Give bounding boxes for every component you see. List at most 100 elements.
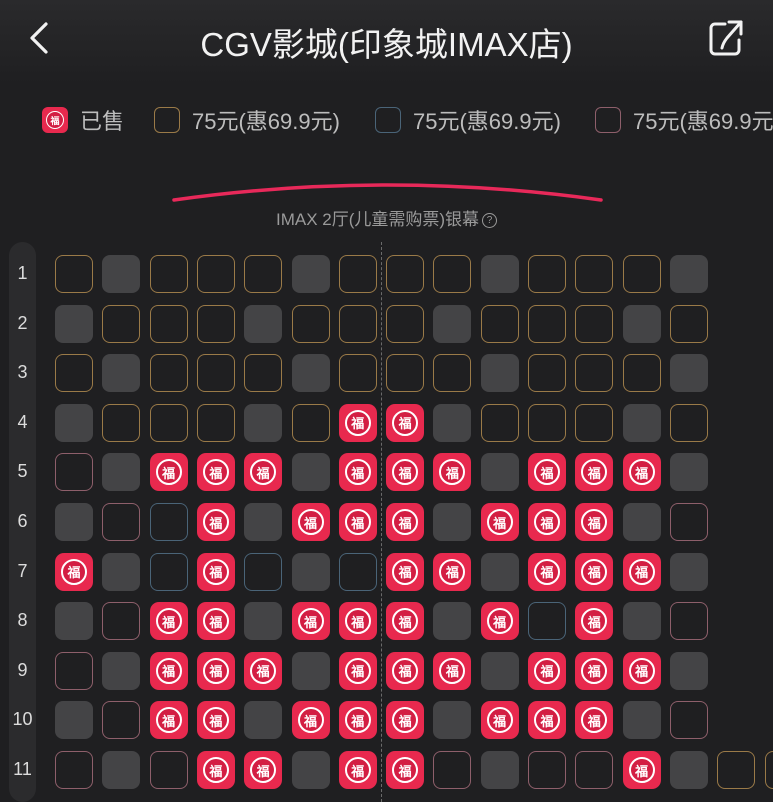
seat-available[interactable] bbox=[481, 751, 519, 789]
seat-available[interactable] bbox=[528, 255, 566, 293]
seat-available[interactable] bbox=[433, 602, 471, 640]
seat-available[interactable] bbox=[528, 305, 566, 343]
seat-available[interactable] bbox=[339, 305, 377, 343]
seat-available[interactable] bbox=[102, 602, 140, 640]
seat-available[interactable] bbox=[55, 354, 93, 392]
seat-available[interactable] bbox=[102, 701, 140, 739]
seat-available[interactable] bbox=[623, 305, 661, 343]
seat-available[interactable] bbox=[102, 453, 140, 491]
seat-available[interactable] bbox=[55, 305, 93, 343]
seat-available[interactable] bbox=[55, 751, 93, 789]
seat-available[interactable] bbox=[244, 255, 282, 293]
seat-available[interactable] bbox=[623, 602, 661, 640]
seat-available[interactable] bbox=[433, 751, 471, 789]
seat-available[interactable] bbox=[55, 453, 93, 491]
seat-available[interactable] bbox=[197, 305, 235, 343]
seat-available[interactable] bbox=[244, 503, 282, 541]
seat-available[interactable] bbox=[244, 354, 282, 392]
seat-available[interactable] bbox=[150, 553, 188, 591]
seat-available[interactable] bbox=[150, 305, 188, 343]
seat-available[interactable] bbox=[575, 354, 613, 392]
seat-available[interactable] bbox=[481, 453, 519, 491]
seat-available[interactable] bbox=[197, 255, 235, 293]
seat-available[interactable] bbox=[55, 602, 93, 640]
seat-available[interactable] bbox=[102, 503, 140, 541]
seat-available[interactable] bbox=[292, 354, 330, 392]
seat-available[interactable] bbox=[623, 354, 661, 392]
seat-available[interactable] bbox=[670, 354, 708, 392]
seat-available[interactable] bbox=[102, 751, 140, 789]
seat-available[interactable] bbox=[528, 404, 566, 442]
seat-available[interactable] bbox=[670, 404, 708, 442]
seat-available[interactable] bbox=[623, 701, 661, 739]
seat-available[interactable] bbox=[197, 404, 235, 442]
seat-available[interactable] bbox=[150, 255, 188, 293]
seat-available[interactable] bbox=[244, 553, 282, 591]
seat-available[interactable] bbox=[386, 255, 424, 293]
seat-available[interactable] bbox=[433, 255, 471, 293]
seat-available[interactable] bbox=[339, 255, 377, 293]
seat-available[interactable] bbox=[717, 751, 755, 789]
seat-available[interactable] bbox=[102, 305, 140, 343]
seat-available[interactable] bbox=[528, 602, 566, 640]
seat-available[interactable] bbox=[292, 453, 330, 491]
seat-available[interactable] bbox=[150, 354, 188, 392]
seat-available[interactable] bbox=[623, 255, 661, 293]
seat-available[interactable] bbox=[528, 751, 566, 789]
seat-available[interactable] bbox=[481, 354, 519, 392]
seat-available[interactable] bbox=[670, 701, 708, 739]
seat-available[interactable] bbox=[292, 255, 330, 293]
seat-available[interactable] bbox=[386, 305, 424, 343]
seat-available[interactable] bbox=[670, 305, 708, 343]
seat-available[interactable] bbox=[765, 751, 773, 789]
seat-available[interactable] bbox=[339, 354, 377, 392]
seat-available[interactable] bbox=[670, 453, 708, 491]
seat-available[interactable] bbox=[481, 652, 519, 690]
seat-available[interactable] bbox=[623, 503, 661, 541]
seat-available[interactable] bbox=[575, 255, 613, 293]
seat-available[interactable] bbox=[292, 553, 330, 591]
seat-available[interactable] bbox=[575, 751, 613, 789]
seat-available[interactable] bbox=[433, 404, 471, 442]
seat-available[interactable] bbox=[244, 404, 282, 442]
seat-available[interactable] bbox=[102, 652, 140, 690]
seat-available[interactable] bbox=[528, 354, 566, 392]
seat-available[interactable] bbox=[55, 503, 93, 541]
seat-available[interactable] bbox=[433, 503, 471, 541]
seat-available[interactable] bbox=[102, 255, 140, 293]
help-icon[interactable]: ? bbox=[482, 213, 497, 228]
seat-available[interactable] bbox=[292, 404, 330, 442]
seat-available[interactable] bbox=[102, 404, 140, 442]
seat-available[interactable] bbox=[150, 503, 188, 541]
seat-available[interactable] bbox=[481, 553, 519, 591]
seat-available[interactable] bbox=[481, 404, 519, 442]
seat-available[interactable] bbox=[150, 751, 188, 789]
seat-available[interactable] bbox=[339, 553, 377, 591]
seat-available[interactable] bbox=[244, 305, 282, 343]
seat-available[interactable] bbox=[670, 255, 708, 293]
seat-available[interactable] bbox=[670, 602, 708, 640]
seat-available[interactable] bbox=[575, 305, 613, 343]
seat-available[interactable] bbox=[292, 305, 330, 343]
seat-available[interactable] bbox=[55, 404, 93, 442]
seat-available[interactable] bbox=[433, 305, 471, 343]
seat-available[interactable] bbox=[575, 404, 613, 442]
seat-available[interactable] bbox=[623, 404, 661, 442]
seat-available[interactable] bbox=[244, 701, 282, 739]
seat-available[interactable] bbox=[102, 354, 140, 392]
seat-available[interactable] bbox=[197, 354, 235, 392]
share-icon[interactable] bbox=[703, 16, 747, 60]
seat-available[interactable] bbox=[102, 553, 140, 591]
seat-available[interactable] bbox=[670, 503, 708, 541]
seat-available[interactable] bbox=[670, 652, 708, 690]
seat-available[interactable] bbox=[292, 751, 330, 789]
seat-available[interactable] bbox=[386, 354, 424, 392]
seat-available[interactable] bbox=[244, 602, 282, 640]
seat-available[interactable] bbox=[55, 701, 93, 739]
seat-available[interactable] bbox=[292, 652, 330, 690]
seat-available[interactable] bbox=[150, 404, 188, 442]
seat-available[interactable] bbox=[433, 354, 471, 392]
back-arrow-icon[interactable] bbox=[22, 18, 62, 58]
seat-available[interactable] bbox=[433, 701, 471, 739]
seat-available[interactable] bbox=[670, 751, 708, 789]
